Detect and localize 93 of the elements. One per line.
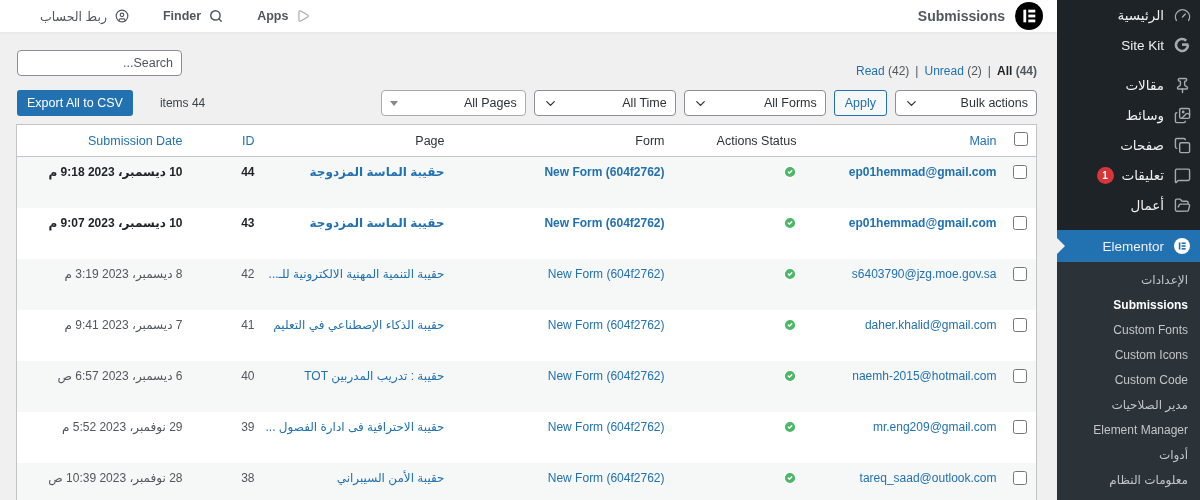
submenu-item[interactable]: الإعدادات: [1057, 268, 1200, 293]
form-link[interactable]: New Form (604f2762): [452, 258, 673, 310]
g-logo-icon: [1174, 37, 1190, 53]
form-link[interactable]: New Form (604f2762): [452, 309, 673, 361]
submenu-item[interactable]: أدوات: [1057, 443, 1200, 468]
submenu-item[interactable]: مدير الصلاحيات: [1057, 393, 1200, 418]
form-link[interactable]: New Form (604f2762): [452, 462, 673, 500]
row-checkbox[interactable]: [1013, 165, 1028, 179]
top-link[interactable]: Apps: [257, 9, 311, 23]
date-cell: 10 ديسمبر، 2023 9:18 م: [16, 156, 191, 208]
column-header: Page: [262, 124, 453, 157]
column-header: Actions Status: [672, 124, 805, 157]
view-filter-link[interactable]: All (44): [996, 64, 1037, 78]
email-link[interactable]: s6403790@jzg.moe.gov.sa: [804, 258, 1005, 310]
count-badge: 1: [1096, 166, 1114, 184]
column-header[interactable]: Submission Date: [16, 124, 191, 157]
page-link[interactable]: حقيبة : تدريب المدربين TOT: [262, 360, 453, 412]
page-link[interactable]: حقيبة الماسة المزدوجة: [262, 207, 453, 259]
export-button[interactable]: Export All to CSV: [17, 90, 133, 116]
date-cell: 10 ديسمبر، 2023 9:07 م: [16, 207, 191, 259]
date-cell: 6 ديسمبر، 2023 6:57 ص: [16, 360, 191, 412]
row-checkbox[interactable]: [1013, 419, 1028, 434]
sidebar-item[interactable]: الرئيسية: [1057, 0, 1200, 30]
table-cell: 40: [190, 360, 263, 412]
row-checkbox[interactable]: [1013, 470, 1028, 485]
sidebar-item[interactable]: أعمال: [1057, 190, 1200, 220]
email-link[interactable]: naemh-2015@hotmail.com: [804, 360, 1005, 412]
submenu-item[interactable]: Element Manager: [1057, 418, 1200, 443]
row-checkbox[interactable]: [1013, 317, 1028, 332]
email-link[interactable]: daher.khalid@gmail.com: [804, 309, 1005, 361]
table-cell: 39: [190, 411, 263, 463]
sidebar-item[interactable]: وسائط: [1057, 100, 1200, 130]
sidebar-item[interactable]: Site Kit: [1057, 30, 1200, 60]
user-circle-icon: [114, 9, 129, 23]
sidebar-item[interactable]: مقالات: [1057, 70, 1200, 100]
date-cell: 7 ديسمبر، 2023 9:41 م: [16, 309, 191, 361]
page-link[interactable]: حقيبة الماسة المزدوجة: [262, 156, 453, 208]
elementor-logo-icon: [1174, 238, 1190, 254]
submenu-item[interactable]: Custom Code: [1057, 368, 1200, 393]
submenu-item[interactable]: معلومات النظام: [1057, 468, 1200, 493]
row-checkbox[interactable]: [1013, 215, 1028, 230]
menu-icon: [1173, 196, 1191, 214]
page-link[interactable]: حقيبة الاحترافية فى ادارة الفصول ...: [262, 411, 453, 463]
column-header: Form: [452, 124, 673, 157]
form-link[interactable]: New Form (604f2762): [452, 156, 673, 208]
view-filter-link[interactable]: Unread (2): [924, 64, 982, 78]
menu-icon: [1173, 136, 1191, 154]
page-link[interactable]: حقيبة الأمن السيبراني: [262, 462, 453, 500]
date-cell: 28 نوفمبر، 2023 10:39 ص: [16, 462, 191, 500]
form-link[interactable]: New Form (604f2762): [452, 207, 673, 259]
dropdown-select[interactable]: All Pages: [380, 90, 526, 116]
submenu-item[interactable]: Custom Fonts: [1057, 318, 1200, 343]
view-filter-link[interactable]: Read (42): [855, 64, 910, 78]
search-icon: [209, 9, 224, 23]
dropdown-select[interactable]: Bulk actions: [895, 90, 1037, 116]
sidebar-item[interactable]: Elementor: [1057, 230, 1200, 262]
table-cell: 43: [190, 207, 263, 259]
menu-icon: [1173, 106, 1191, 124]
dropdown-select[interactable]: All Forms: [683, 90, 826, 116]
email-link[interactable]: tareq_saad@outlook.com: [804, 462, 1005, 500]
dropdown-select[interactable]: All Time: [533, 90, 676, 116]
date-cell: 8 ديسمبر، 2023 3:19 م: [16, 258, 191, 310]
separator: |: [987, 64, 991, 78]
play-outline-icon: [296, 9, 311, 23]
items-count: items 44: [159, 96, 206, 110]
email-link[interactable]: ep01hemmad@gmail.com: [804, 207, 1005, 259]
search-field[interactable]: Search...: [17, 50, 182, 76]
sidebar-item[interactable]: صفحات: [1057, 130, 1200, 160]
row-checkbox[interactable]: [1013, 266, 1028, 281]
row-checkbox[interactable]: [1013, 368, 1028, 383]
table-cell: 44: [190, 156, 263, 208]
table-cell: 38: [190, 462, 263, 500]
form-link[interactable]: New Form (604f2762): [452, 360, 673, 412]
email-link[interactable]: ep01hemmad@gmail.com: [804, 156, 1005, 208]
separator: |: [915, 64, 919, 78]
page-title: Submissions: [917, 8, 1005, 24]
date-cell: 29 نوفمبر، 2023 5:52 م: [16, 411, 191, 463]
page-link[interactable]: حقيبة الذكاء الإصطناعي في التعليم: [262, 309, 453, 361]
column-header[interactable]: Main: [804, 124, 1005, 157]
table-cell: 41: [190, 309, 263, 361]
table-cell: 42: [190, 258, 263, 310]
top-link[interactable]: ربط الحساب: [40, 8, 129, 24]
top-link[interactable]: Finder: [162, 9, 224, 23]
select-all-checkbox[interactable]: [1014, 132, 1028, 146]
submenu-item[interactable]: Submissions: [1057, 293, 1200, 318]
page-link[interactable]: حقيبة التنمية المهنية الالكترونية للـ...: [262, 258, 453, 310]
apply-button[interactable]: Apply: [833, 90, 887, 116]
email-link[interactable]: mr.eng209@gmail.com: [804, 411, 1005, 463]
menu-icon: [1173, 166, 1191, 184]
form-link[interactable]: New Form (604f2762): [452, 411, 673, 463]
submenu-item[interactable]: Custom Icons: [1057, 343, 1200, 368]
menu-icon: [1173, 6, 1191, 24]
column-header[interactable]: ID: [190, 124, 263, 157]
